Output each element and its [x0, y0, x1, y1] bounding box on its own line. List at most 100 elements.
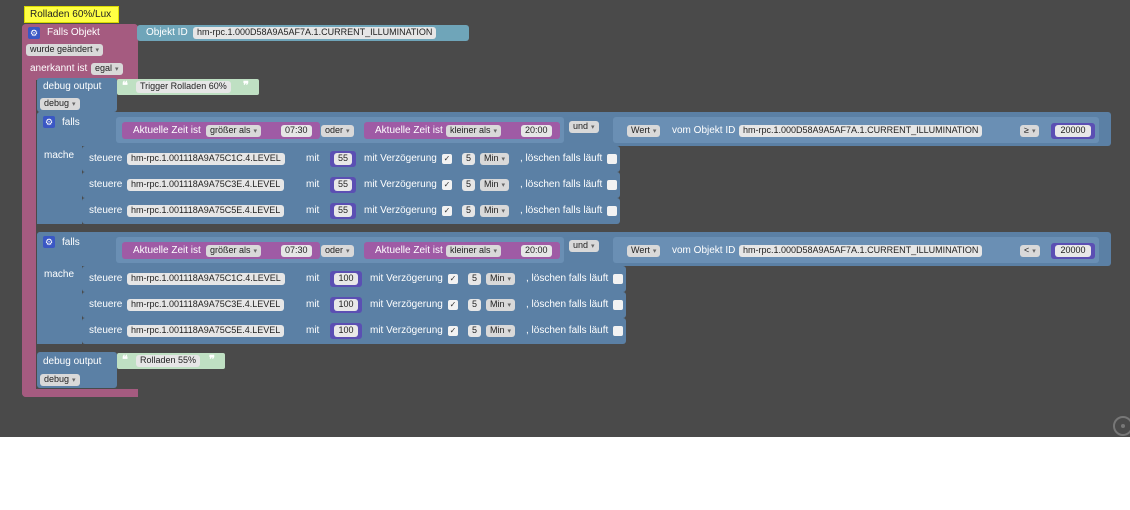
value-field[interactable]: 55 [334, 153, 352, 165]
time-label: Aktuelle Zeit ist [133, 245, 201, 256]
steuere-label: steuere [89, 179, 123, 190]
falls-label: falls [62, 117, 80, 128]
chevron-down-icon: ▾ [493, 128, 498, 135]
debug-level-dropdown-1[interactable]: debug ▾ [40, 98, 80, 110]
debug-text-field-2[interactable]: Rolladen 55% [136, 355, 201, 367]
object-id-field[interactable]: hm-rpc.1.000D58A9A5AF7A.1.CURRENT_ILLUMI… [739, 245, 983, 257]
steuere-label: steuere [89, 205, 123, 216]
clear-checkbox[interactable] [613, 300, 623, 310]
clear-label: , löschen falls läuft [520, 153, 603, 164]
unit-dropdown[interactable]: Min ▾ [480, 205, 510, 217]
device-field[interactable]: hm-rpc.1.001118A9A75C3E.4.LEVEL [127, 299, 285, 311]
delay-field[interactable]: 5 [462, 179, 476, 191]
device-field[interactable]: hm-rpc.1.001118A9A75C3E.4.LEVEL [127, 179, 285, 191]
chevron-down-icon: ▾ [501, 182, 506, 189]
delay-checkbox[interactable]: ✓ [448, 300, 458, 310]
debug-text-field-1[interactable]: Trigger Rolladen 60% [136, 81, 231, 93]
trigger-dropdown[interactable]: wurde geändert ▾ [26, 44, 104, 56]
chevron-down-icon: ▾ [253, 128, 258, 135]
mache-label: mache [44, 269, 75, 280]
delay-field[interactable]: 5 [468, 299, 482, 311]
chevron-down-icon: ▾ [1031, 128, 1036, 135]
delay-field[interactable]: 5 [462, 205, 476, 217]
operator-dropdown[interactable]: < ▾ [1020, 245, 1040, 257]
zoom-reset-icon[interactable] [1113, 416, 1130, 436]
compare-dropdown[interactable]: kleiner als ▾ [446, 245, 502, 257]
threshold-field[interactable]: 20000 [1055, 125, 1091, 137]
objekt-id-field[interactable]: hm-rpc.1.000D58A9A5AF7A.1.CURRENT_ILLUMI… [193, 27, 437, 39]
clear-checkbox[interactable] [613, 274, 623, 284]
device-field[interactable]: hm-rpc.1.001118A9A75C5E.4.LEVEL [127, 205, 285, 217]
value-field[interactable]: 55 [334, 205, 352, 217]
steuere-label: steuere [89, 299, 123, 310]
gear-icon[interactable]: ⚙ [43, 116, 55, 128]
chevron-down-icon: ▾ [591, 124, 595, 131]
delay-field[interactable]: 5 [462, 153, 476, 165]
unit-dropdown[interactable]: Min ▾ [486, 273, 516, 285]
mit-label: mit [306, 325, 320, 336]
debug-output-label: debug output [43, 356, 102, 367]
time-field[interactable]: 07:30 [281, 125, 312, 137]
value-field[interactable]: 55 [334, 179, 352, 191]
compare-dropdown[interactable]: größer als ▾ [206, 245, 262, 257]
chevron-down-icon: ▾ [72, 377, 76, 384]
chevron-down-icon: ▾ [507, 302, 512, 309]
delay-field[interactable]: 5 [468, 325, 482, 337]
unit-dropdown[interactable]: Min ▾ [486, 299, 516, 311]
threshold-field[interactable]: 20000 [1055, 245, 1091, 257]
chevron-down-icon: ▾ [346, 248, 350, 255]
objekt-id-label: Objekt ID [146, 27, 188, 38]
value-field[interactable]: 100 [334, 299, 358, 311]
logic-or-dropdown[interactable]: oder ▾ [321, 125, 354, 137]
chevron-down-icon: ▾ [95, 47, 100, 54]
debug-output-label: debug output [43, 81, 102, 92]
time-label: Aktuelle Zeit ist [133, 125, 201, 136]
delay-checkbox[interactable]: ✓ [442, 154, 452, 164]
value-field[interactable]: 100 [334, 273, 358, 285]
falls-objekt-label: Falls Objekt [47, 27, 100, 38]
chevron-down-icon: ▾ [115, 66, 119, 73]
clear-checkbox[interactable] [607, 206, 617, 216]
mache-label: mache [44, 150, 75, 161]
delay-checkbox[interactable]: ✓ [448, 326, 458, 336]
acknowledged-dropdown[interactable]: egal ▾ [91, 63, 123, 75]
gear-icon[interactable]: ⚙ [28, 27, 40, 39]
time-field[interactable]: 07:30 [281, 245, 312, 257]
delay-label: mit Verzögerung [364, 205, 437, 216]
operator-dropdown[interactable]: ≥ ▾ [1020, 125, 1040, 137]
unit-dropdown[interactable]: Min ▾ [480, 153, 510, 165]
clear-checkbox[interactable] [607, 154, 617, 164]
blockly-workspace[interactable]: Rolladen 60%/Lux ⚙ Falls Objekt Objekt I… [0, 0, 1130, 437]
mit-label: mit [306, 153, 320, 164]
gear-icon[interactable]: ⚙ [43, 236, 55, 248]
acknowledged-label: anerkannt ist [30, 63, 88, 74]
clear-label: , löschen falls läuft [526, 299, 609, 310]
logic-or-dropdown[interactable]: oder ▾ [321, 245, 354, 257]
compare-dropdown[interactable]: größer als ▾ [206, 125, 262, 137]
object-id-field[interactable]: hm-rpc.1.000D58A9A5AF7A.1.CURRENT_ILLUMI… [739, 125, 983, 137]
logic-and-dropdown[interactable]: und ▾ [569, 240, 599, 252]
delay-checkbox[interactable]: ✓ [448, 274, 458, 284]
time-field[interactable]: 20:00 [521, 245, 552, 257]
device-field[interactable]: hm-rpc.1.001118A9A75C1C.4.LEVEL [127, 273, 285, 285]
clear-checkbox[interactable] [613, 326, 623, 336]
time-field[interactable]: 20:00 [521, 125, 552, 137]
chevron-down-icon: ▾ [493, 248, 498, 255]
value-dropdown[interactable]: Wert ▾ [627, 245, 661, 257]
script-title-comment[interactable]: Rolladen 60%/Lux [24, 6, 119, 23]
value-field[interactable]: 100 [334, 325, 358, 337]
delay-checkbox[interactable]: ✓ [442, 180, 452, 190]
device-field[interactable]: hm-rpc.1.001118A9A75C5E.4.LEVEL [127, 325, 285, 337]
logic-and-dropdown[interactable]: und ▾ [569, 121, 599, 133]
debug-level-dropdown-2[interactable]: debug ▾ [40, 374, 80, 386]
compare-dropdown[interactable]: kleiner als ▾ [446, 125, 502, 137]
unit-dropdown[interactable]: Min ▾ [480, 179, 510, 191]
delay-field[interactable]: 5 [468, 273, 482, 285]
unit-dropdown[interactable]: Min ▾ [486, 325, 516, 337]
steuere-label: steuere [89, 153, 123, 164]
clear-checkbox[interactable] [607, 180, 617, 190]
device-field[interactable]: hm-rpc.1.001118A9A75C1C.4.LEVEL [127, 153, 285, 165]
value-dropdown[interactable]: Wert ▾ [627, 125, 661, 137]
delay-checkbox[interactable]: ✓ [442, 206, 452, 216]
delay-label: mit Verzögerung [364, 153, 437, 164]
